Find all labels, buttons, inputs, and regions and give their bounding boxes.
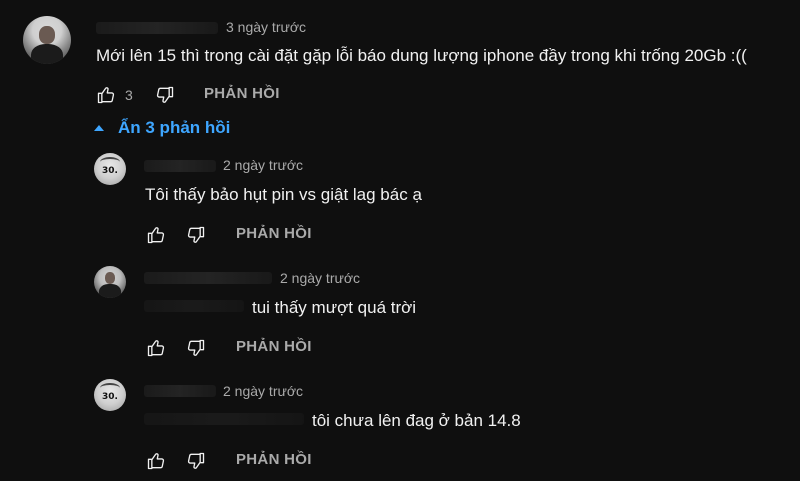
avatar-face <box>105 272 115 284</box>
reply-text: tui thấy mượt quá trời <box>252 298 417 317</box>
thumbs-down-icon <box>156 86 174 103</box>
thumbs-down-icon <box>187 226 205 243</box>
reply-dislike-button[interactable] <box>184 449 208 473</box>
reply-author-redacted[interactable] <box>144 272 272 284</box>
avatar-face <box>39 26 55 44</box>
author-name-redacted[interactable] <box>96 22 218 34</box>
reply-button[interactable]: PHẢN HỒI <box>236 451 312 468</box>
thumbs-up-icon <box>147 227 165 244</box>
caret-up-icon <box>94 125 104 131</box>
reply-timestamp[interactable]: 2 ngày trước <box>223 383 303 399</box>
like-count: 3 <box>125 87 133 103</box>
hide-replies-label: Ẩn 3 phản hồi <box>118 118 231 137</box>
mention-redacted[interactable] <box>144 413 304 425</box>
reply-timestamp[interactable]: 2 ngày trước <box>280 270 360 286</box>
thumbs-down-icon <box>187 339 205 356</box>
dislike-button[interactable] <box>153 83 177 107</box>
reply-avatar[interactable]: 30. <box>94 153 126 185</box>
commenter-avatar[interactable] <box>23 16 71 64</box>
comments-section: 3 ngày trước Mới lên 15 thì trong cài đặ… <box>0 0 800 481</box>
thumbs-up-icon <box>147 453 165 470</box>
avatar-body <box>99 284 121 298</box>
hide-replies-toggle[interactable]: Ẩn 3 phản hồi <box>94 118 230 138</box>
reply-button[interactable]: PHẢN HỒI <box>236 338 312 355</box>
avatar-mark: 30. <box>102 166 118 176</box>
reply-like-button[interactable] <box>144 336 168 360</box>
like-button[interactable] <box>94 83 118 107</box>
reply-avatar[interactable] <box>94 266 126 298</box>
reply-timestamp[interactable]: 2 ngày trước <box>223 157 303 173</box>
avatar-mark: 30. <box>102 392 118 402</box>
reply-text: Tôi thấy bảo hụt pin vs giật lag bác ạ <box>145 185 422 204</box>
thumbs-up-icon <box>147 340 165 357</box>
reply-author-redacted[interactable] <box>144 160 216 172</box>
reply-button[interactable]: PHẢN HỒI <box>204 85 280 102</box>
reply-dislike-button[interactable] <box>184 223 208 247</box>
reply-button[interactable]: PHẢN HỒI <box>236 225 312 242</box>
mention-redacted[interactable] <box>144 300 244 312</box>
reply-like-button[interactable] <box>144 449 168 473</box>
reply-author-redacted[interactable] <box>144 385 216 397</box>
avatar-body <box>31 44 63 64</box>
reply-dislike-button[interactable] <box>184 336 208 360</box>
comment-text: Mới lên 15 thì trong cài đặt gặp lỗi báo… <box>96 46 747 65</box>
reply-avatar[interactable]: 30. <box>94 379 126 411</box>
thumbs-down-icon <box>187 452 205 469</box>
thumbs-up-icon <box>97 87 115 104</box>
reply-text: tôi chưa lên đag ở bản 14.8 <box>312 411 521 430</box>
reply-like-button[interactable] <box>144 223 168 247</box>
comment-timestamp[interactable]: 3 ngày trước <box>226 19 306 35</box>
